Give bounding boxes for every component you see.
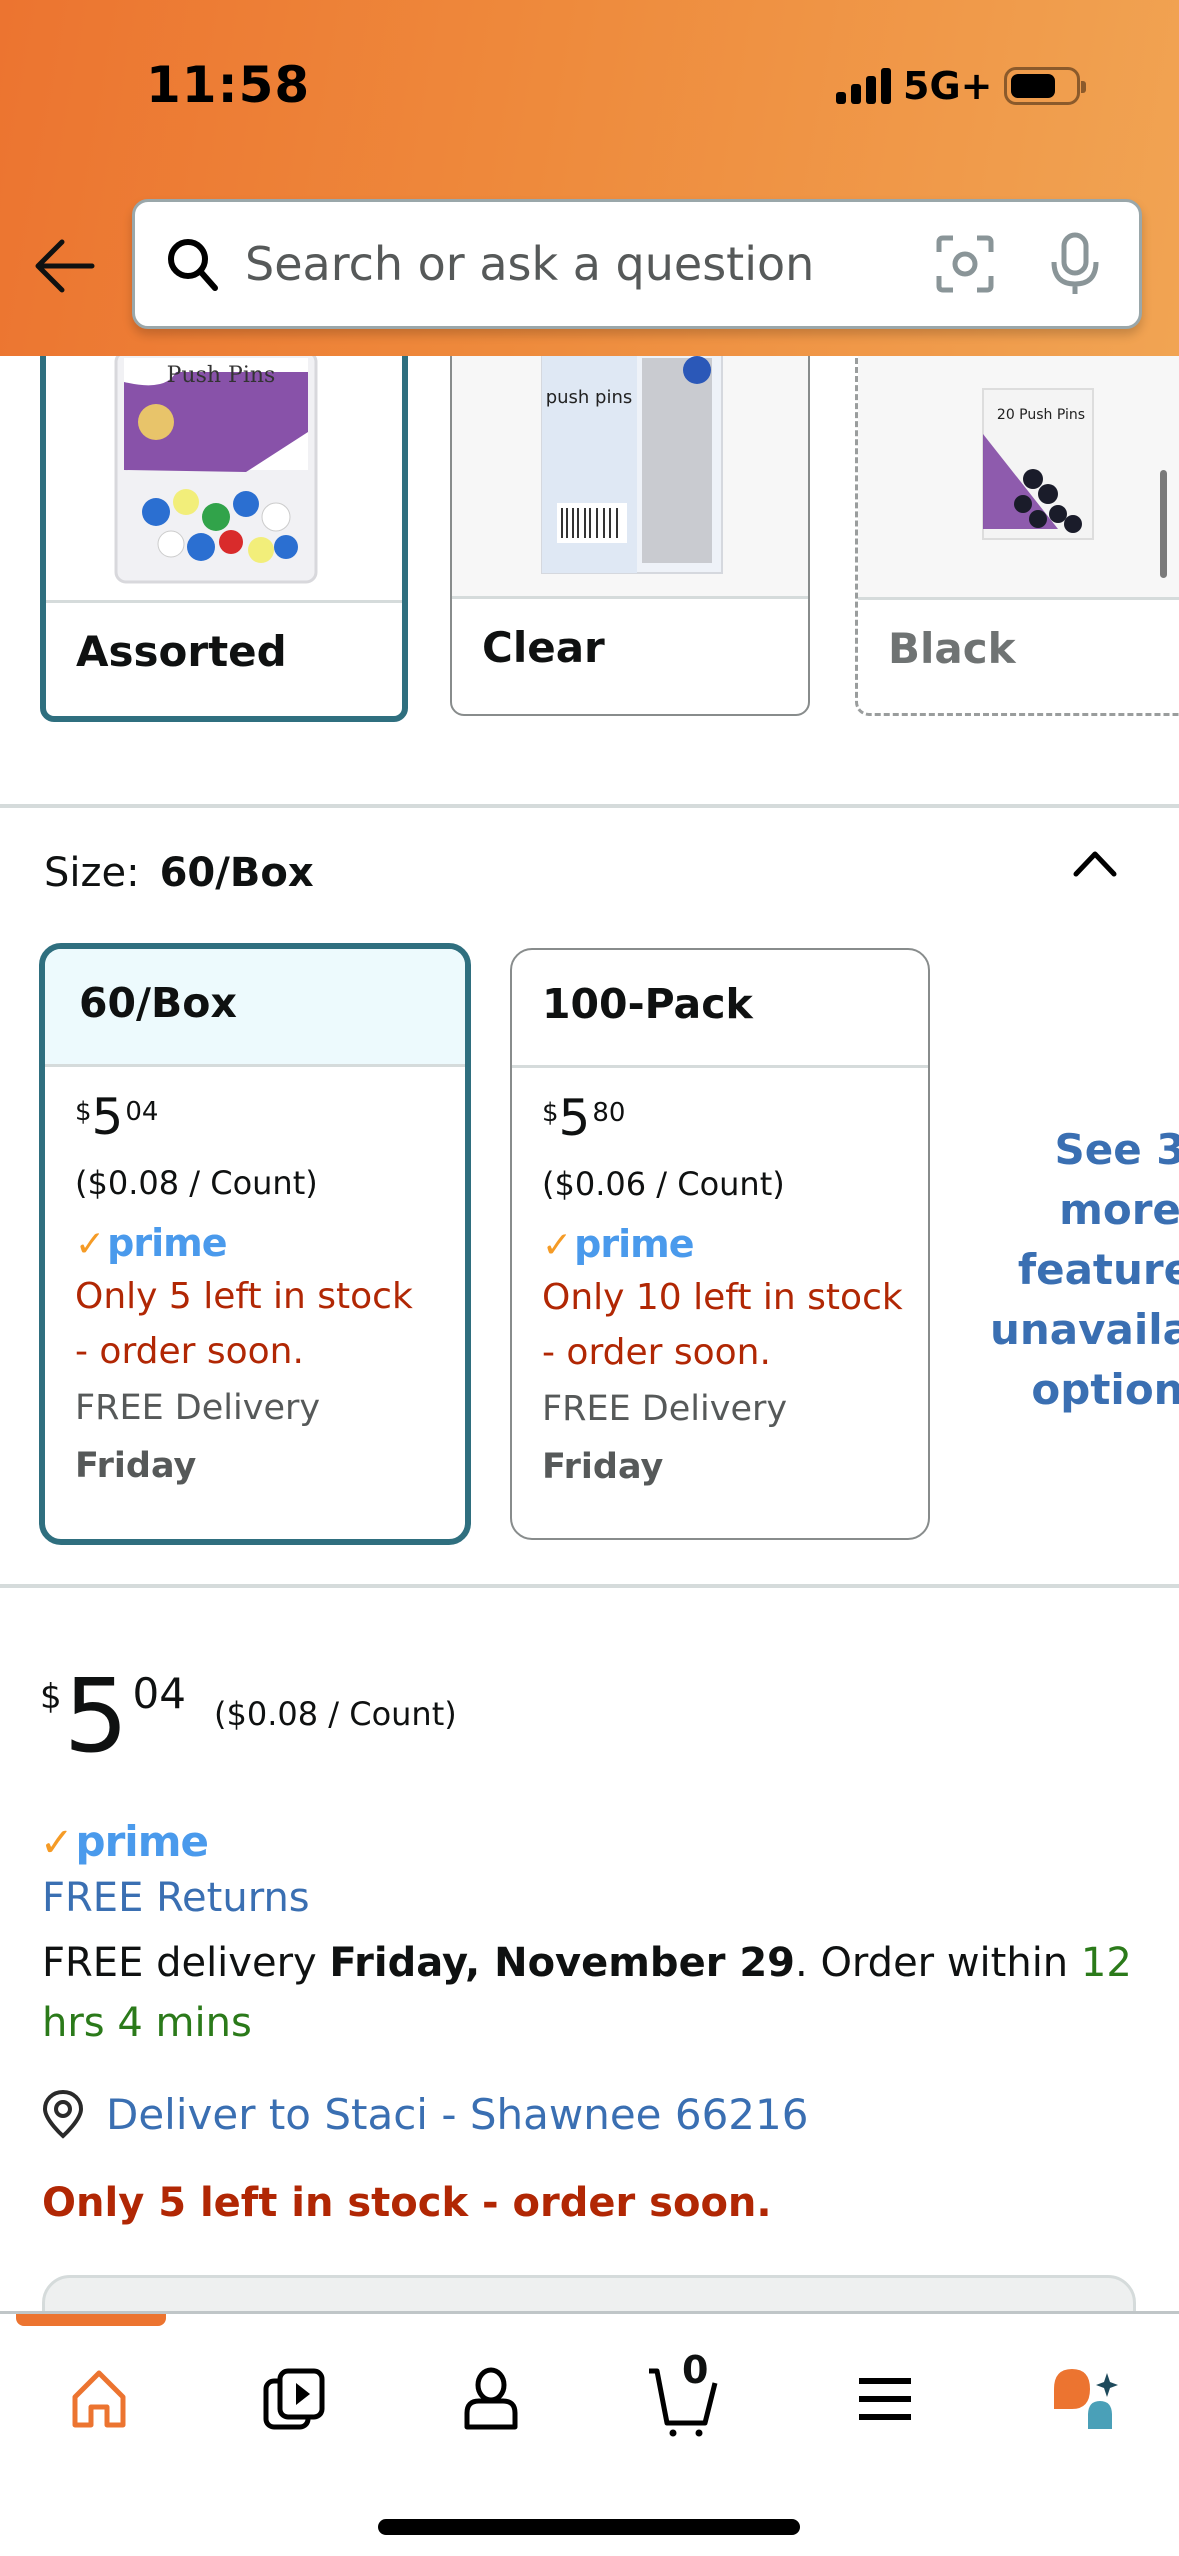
chevron-up-icon[interactable] — [1070, 846, 1120, 880]
package-text: 20 Push Pins — [997, 407, 1085, 423]
color-option-label: Clear — [482, 623, 605, 672]
size-option-name: 60/Box — [45, 949, 465, 1067]
location-pin-icon — [42, 2089, 84, 2139]
push-pins-package-image: push pins — [541, 356, 723, 574]
signal-icon — [836, 68, 891, 104]
unit-price: ($0.08 / Count) — [214, 1695, 457, 1733]
prime-check-icon: ✓ — [542, 1225, 573, 1266]
product-price: $ 5 04 ($0.08 / Count) — [40, 1657, 457, 1776]
tab-home[interactable] — [54, 2354, 144, 2444]
package-text: push pins — [546, 387, 633, 408]
search-icon — [168, 239, 218, 291]
deliver-to-link[interactable]: Deliver to Staci - Shawnee 66216 — [40, 2088, 808, 2140]
see-more-options-link[interactable]: See 3 more featured unavailable options — [990, 1120, 1179, 1420]
microphone-icon[interactable] — [1047, 232, 1103, 296]
status-time: 11:58 — [146, 56, 311, 114]
option-price: $ 5 04 — [75, 1088, 159, 1146]
bottom-tab-bar: 0 — [0, 2311, 1179, 2556]
ai-assistant-icon — [1054, 2369, 1118, 2429]
menu-icon — [859, 2378, 911, 2420]
tab-rufus[interactable] — [1030, 2354, 1140, 2444]
color-options: Push Pins Assorted push pins Clear 20 Pu… — [0, 356, 1179, 766]
video-icon — [263, 2368, 325, 2430]
app-header: 11:58 5G+ Search or ask a question — [0, 0, 1179, 356]
size-option-name: 100-Pack — [512, 950, 928, 1068]
option-delivery-label: FREE Delivery — [75, 1388, 321, 1428]
prime-check-icon: ✓ — [75, 1224, 106, 1265]
option-delivery-label: FREE Delivery — [542, 1389, 788, 1429]
option-unit-price: ($0.06 / Count) — [542, 1165, 785, 1203]
prime-badge: ✓ prime — [75, 1221, 228, 1265]
color-option-label: Black — [888, 624, 1016, 673]
tab-cart[interactable]: 0 — [640, 2348, 740, 2444]
tab-account[interactable] — [446, 2354, 536, 2444]
option-stock-message: Only 5 left in stock - order soon. — [75, 1276, 413, 1372]
camera-icon[interactable] — [935, 234, 995, 294]
color-option-clear[interactable]: push pins Clear — [450, 356, 810, 716]
network-type: 5G+ — [903, 64, 993, 108]
product-image-assorted: Push Pins — [46, 356, 402, 603]
product-image-black: 20 Push Pins — [858, 356, 1179, 600]
prime-check-icon: ✓ — [40, 1820, 74, 1866]
section-divider — [0, 1584, 1179, 1588]
size-label: Size: — [44, 850, 140, 896]
color-option-black[interactable]: 20 Push Pins Black — [855, 356, 1179, 716]
package-text: Push Pins — [167, 363, 276, 388]
option-unit-price: ($0.08 / Count) — [75, 1164, 318, 1202]
color-option-label: Assorted — [76, 627, 287, 676]
option-delivery-day: Friday — [542, 1447, 664, 1487]
color-option-assorted[interactable]: Push Pins Assorted — [40, 356, 408, 722]
person-icon — [464, 2367, 518, 2430]
active-tab-indicator — [16, 2314, 166, 2326]
option-price: $ 5 80 — [542, 1089, 626, 1147]
prime-badge: ✓ prime — [40, 1817, 209, 1866]
arrow-left-icon[interactable] — [32, 236, 98, 296]
search-placeholder[interactable]: Search or ask a question — [245, 237, 935, 291]
prime-badge: ✓ prime — [542, 1222, 695, 1266]
push-pins-package-image: 20 Push Pins — [982, 388, 1094, 540]
size-selected-value: 60/Box — [159, 850, 314, 896]
scrollbar[interactable] — [1160, 470, 1167, 578]
size-option-60-box[interactable]: 60/Box $ 5 04 ($0.08 / Count) ✓ prime On… — [39, 943, 471, 1545]
delivery-date: Friday, November 29 — [329, 1940, 796, 1986]
stock-message: Only 5 left in stock - order soon. — [42, 2180, 772, 2226]
battery-icon — [1004, 67, 1087, 105]
search-input[interactable]: Search or ask a question — [132, 199, 1142, 329]
home-icon — [72, 2370, 126, 2428]
delivery-estimate: FREE delivery Friday, November 29. Order… — [42, 1940, 1132, 2046]
product-image-clear: push pins — [452, 356, 808, 599]
option-stock-message: Only 10 left in stock - order soon. — [542, 1277, 903, 1373]
free-returns-link[interactable]: FREE Returns — [42, 1875, 310, 1921]
option-delivery-day: Friday — [75, 1446, 197, 1486]
tab-video[interactable] — [249, 2354, 339, 2444]
section-divider — [0, 804, 1179, 808]
cart-count-badge: 0 — [682, 2348, 709, 2392]
tab-menu[interactable] — [840, 2354, 930, 2444]
push-pins-package-image: Push Pins — [114, 356, 318, 584]
size-option-100-pack[interactable]: 100-Pack $ 5 80 ($0.06 / Count) ✓ prime … — [510, 948, 930, 1540]
size-header: Size: 60/Box — [44, 850, 314, 896]
home-indicator — [378, 2519, 800, 2535]
status-indicators: 5G+ — [836, 64, 1087, 108]
